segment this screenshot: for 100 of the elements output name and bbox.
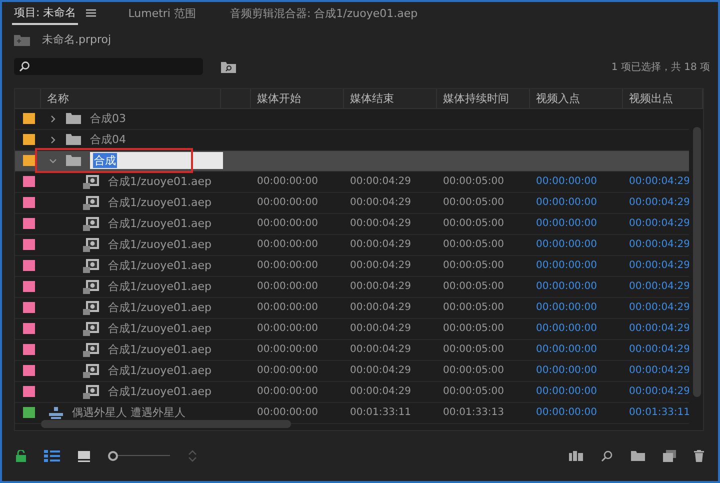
timecode: 00:00:04:29 — [350, 386, 412, 398]
chevron-icon[interactable] — [49, 114, 57, 123]
timecode: 00:00:00:00 — [536, 197, 598, 208]
item-name[interactable]: 合成1/zuoye01.aep — [108, 321, 212, 336]
column-header[interactable]: 视频出点 — [629, 90, 673, 106]
timecode: 00:00:00:00 — [536, 239, 598, 250]
zoom-slider-thumb[interactable] — [108, 451, 118, 462]
composition-icon — [83, 174, 99, 189]
timecode: 00:00:00:00 — [257, 344, 318, 356]
timecode: 00:00:00:00 — [536, 344, 598, 356]
new-item-icon[interactable] — [663, 450, 676, 462]
timecode: 00:00:04:29 — [350, 302, 412, 314]
composition-icon — [83, 280, 99, 294]
chevron-icon[interactable] — [49, 136, 57, 144]
item-name[interactable]: 合成03 — [90, 111, 126, 126]
item-name[interactable]: 合成1/zuoye01.aep — [108, 363, 212, 378]
item-name[interactable]: 合成04 — [90, 132, 126, 148]
timecode: 00:00:05:00 — [443, 323, 504, 334]
timecode: 00:00:00:00 — [536, 281, 598, 292]
composition-icon — [83, 384, 99, 399]
column-header[interactable]: 媒体结束 — [350, 90, 394, 106]
find-bin-icon[interactable] — [221, 60, 236, 73]
timecode: 00:00:04:29 — [350, 344, 412, 356]
composition-icon — [83, 342, 99, 357]
timecode: 00:00:04:29 — [350, 176, 412, 188]
composition-icon — [83, 238, 99, 252]
timecode: 00:01:33:11 — [350, 407, 412, 418]
item-name[interactable]: 合成1/zuoye01.aep — [108, 237, 212, 252]
timecode: 00:01:33:11 — [629, 407, 689, 418]
selected-row[interactable]: 合成 — [15, 150, 689, 172]
item-name[interactable]: 合成1/zuoye01.aep — [108, 258, 212, 274]
folder-icon — [66, 155, 81, 166]
search-icon[interactable] — [601, 450, 613, 462]
timecode: 00:00:05:00 — [443, 386, 504, 398]
panel-tab[interactable]: 项目: 未命名 — [12, 2, 78, 24]
item-name[interactable]: 合成1/zuoye01.aep — [108, 300, 212, 316]
scrollbar-thumb[interactable] — [41, 420, 291, 428]
timecode: 00:00:04:29 — [350, 323, 412, 334]
timecode: 00:00:04:29 — [629, 176, 689, 188]
timecode: 00:00:00:00 — [257, 281, 318, 292]
timecode: 00:00:05:00 — [443, 365, 504, 376]
item-name[interactable]: 合成1/zuoye01.aep — [108, 195, 212, 210]
panel-tab[interactable]: Lumetri 范围 — [126, 2, 198, 24]
timecode: 00:00:00:00 — [257, 260, 318, 272]
project-folder-icon — [14, 34, 30, 46]
column-header[interactable]: 媒体开始 — [257, 90, 301, 106]
timecode: 00:00:00:00 — [536, 365, 598, 376]
folder-icon — [66, 134, 81, 146]
timecode: 00:00:05:00 — [443, 218, 504, 230]
composition-icon — [83, 364, 99, 378]
timecode: 00:00:04:29 — [629, 302, 689, 314]
timecode: 00:00:04:29 — [629, 365, 689, 376]
new-bin-icon[interactable] — [631, 451, 645, 462]
timecode: 00:00:04:29 — [629, 218, 689, 230]
automate-icon[interactable] — [569, 451, 583, 462]
folder-icon — [66, 113, 81, 124]
composition-icon — [83, 322, 99, 336]
timecode: 00:00:05:00 — [443, 281, 504, 292]
timecode: 00:00:00:00 — [536, 260, 598, 272]
timecode: 00:00:04:29 — [629, 197, 689, 208]
column-header[interactable]: 媒体持续时间 — [443, 90, 509, 106]
timecode: 00:00:04:29 — [629, 260, 689, 272]
timecode: 00:00:00:00 — [257, 197, 318, 208]
timecode: 00:00:05:00 — [443, 176, 504, 188]
item-name[interactable]: 合成1/zuoye01.aep — [108, 216, 212, 232]
timecode: 00:00:00:00 — [536, 218, 598, 230]
composition-icon — [83, 300, 99, 315]
item-name[interactable]: 合成1/zuoye01.aep — [108, 174, 212, 190]
item-name[interactable]: 合成1/zuoye01.aep — [108, 384, 212, 400]
project-file-name: 未命名.prproj — [42, 32, 112, 48]
chevron-icon[interactable] — [49, 156, 57, 165]
item-name[interactable]: 合成1/zuoye01.aep — [108, 342, 212, 358]
timecode: 00:00:00:00 — [257, 239, 318, 250]
timecode: 00:00:00:00 — [536, 407, 598, 418]
timecode: 00:00:04:29 — [350, 365, 412, 376]
search-field[interactable] — [14, 58, 203, 76]
list-view-icon[interactable] — [44, 450, 60, 462]
timecode: 00:00:00:00 — [257, 302, 318, 314]
panel-tab[interactable]: 音频剪辑混合器: 合成1/zuoye01.aep — [228, 2, 420, 24]
timecode: 00:00:00:00 — [536, 176, 598, 188]
column-header[interactable]: 视频入点 — [536, 90, 580, 106]
icon-view-icon[interactable] — [78, 450, 90, 462]
name-input-field[interactable]: 合成 — [90, 152, 223, 170]
trash-icon[interactable] — [694, 450, 704, 462]
timecode: 00:00:04:29 — [629, 323, 689, 334]
timecode: 00:00:04:29 — [350, 218, 412, 230]
column-header[interactable]: 名称 — [47, 90, 69, 106]
lock-icon[interactable] — [16, 450, 26, 462]
timecode: 00:00:05:00 — [443, 302, 504, 314]
item-name[interactable]: 合成1/zuoye01.aep — [108, 279, 212, 294]
item-name[interactable]: 偶遇外星人 遭遇外星人 — [72, 405, 186, 420]
timecode: 00:00:00:00 — [257, 323, 318, 334]
menu-icon[interactable] — [86, 9, 96, 17]
scrollbar-thumb[interactable] — [693, 126, 701, 397]
composition-icon — [83, 196, 99, 210]
timecode: 00:00:00:00 — [257, 386, 318, 398]
sequence-icon — [49, 406, 63, 419]
timecode: 00:00:04:29 — [629, 386, 689, 398]
timecode: 00:00:04:29 — [629, 344, 689, 356]
timecode: 00:00:00:00 — [536, 302, 598, 314]
